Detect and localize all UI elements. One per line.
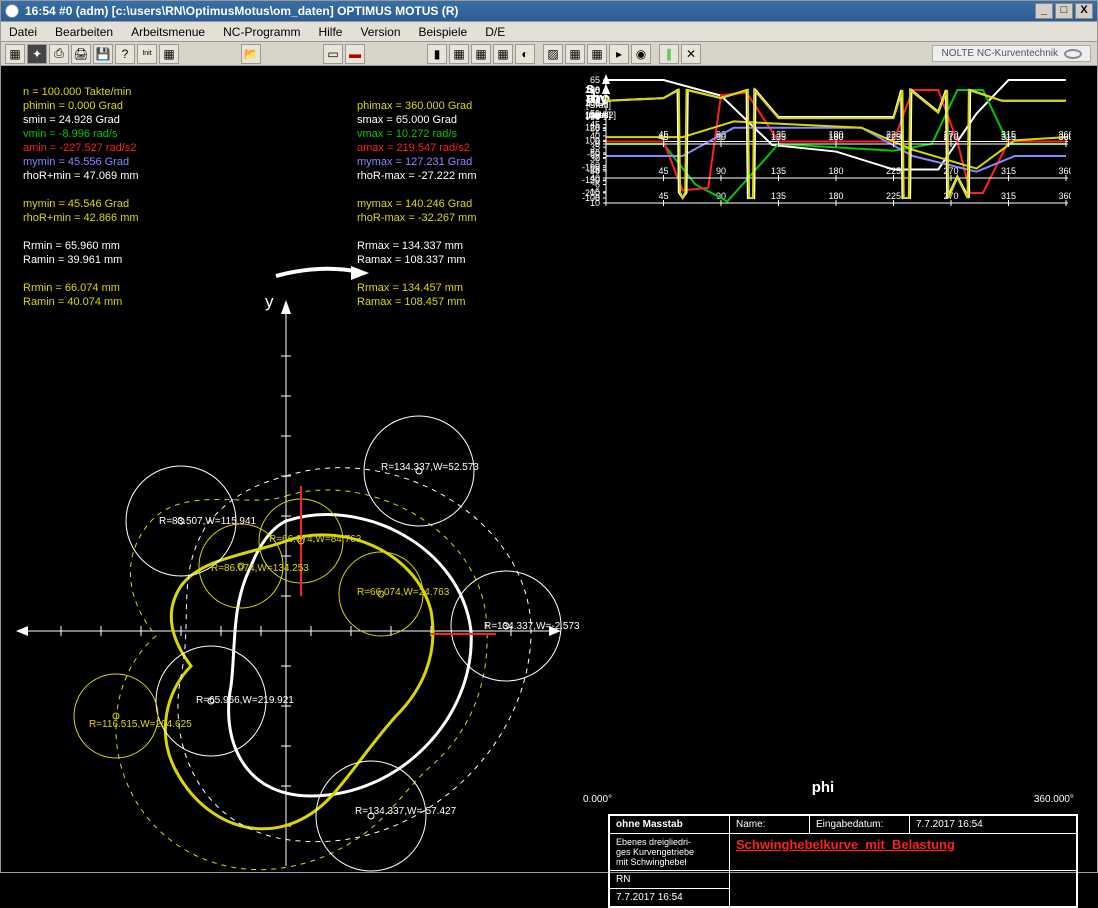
toolbar: ▦ ✦ ⎙ 🖨 💾 ? Init ▦ 📂 ▭ ▬ ▮ ▦ ▦ ▦ ◐ ▨ ▦ ▦… xyxy=(0,42,1098,66)
menu-item[interactable]: Arbeitsmenue xyxy=(131,25,205,39)
param-line: vmax = 10.272 rad/s xyxy=(357,128,457,140)
cam-radius-label: R=66.074,W=84.763 xyxy=(269,534,361,545)
phi-range: 0.000° phi 360.000° xyxy=(581,794,1076,813)
tool-icon[interactable]: ▨ xyxy=(543,44,563,64)
svg-text:135: 135 xyxy=(771,132,786,142)
menu-item[interactable]: Hilfe xyxy=(318,25,342,39)
title-bar: 16:54 #0 (adm) [c:\users\RN\OptimusMotus… xyxy=(0,0,1098,22)
param-line: smin = 24.928 Grad xyxy=(23,114,120,126)
svg-text:-100: -100 xyxy=(582,193,600,203)
svg-text:50: 50 xyxy=(590,112,600,122)
tool-icon[interactable]: 🖨 xyxy=(71,44,91,64)
param-line: Ramax = 108.337 mm xyxy=(357,254,466,266)
param-line: mymin = 45.546 Grad xyxy=(23,198,129,210)
brand-oval-icon xyxy=(1064,49,1082,59)
tool-icon[interactable]: ⎙ xyxy=(49,44,69,64)
app-icon xyxy=(5,4,19,18)
cam-radius-label: R=65.966,W=219.921 xyxy=(196,695,294,706)
tool-icon[interactable]: ? xyxy=(115,44,135,64)
param-line: n = 100.000 Takte/min xyxy=(23,86,131,98)
param-line: Rrmax = 134.457 mm xyxy=(357,282,463,294)
cam-radius-label: R=86.074,W=134.253 xyxy=(211,563,309,574)
tool-icon[interactable]: ✦ xyxy=(27,44,47,64)
cam-radius-label: R=134.337,W=52.573 xyxy=(381,462,479,473)
param-line: amin = -227.527 rad/s2 xyxy=(23,142,136,154)
main-canvas: n = 100.000 Takte/min phimin = 0.000 Grad… xyxy=(0,66,1098,873)
tool-icon[interactable]: ▦ xyxy=(449,44,469,64)
tool-icon[interactable]: ∥ xyxy=(659,44,679,64)
menu-bar: Datei Bearbeiten Arbeitsmenue NC-Program… xyxy=(0,22,1098,42)
param-line: phimax = 360.000 Grad xyxy=(357,100,472,112)
param-line: mymax = 140.246 Grad xyxy=(357,198,472,210)
tool-icon[interactable]: ◐ xyxy=(515,44,535,64)
svg-text:100: 100 xyxy=(585,85,600,95)
tool-icon[interactable]: Init xyxy=(137,44,157,64)
tool-icon[interactable]: 💾 xyxy=(93,44,113,64)
tool-icon[interactable]: ▦ xyxy=(493,44,513,64)
menu-item[interactable]: D/E xyxy=(485,25,505,39)
menu-item[interactable]: Datei xyxy=(9,25,37,39)
tool-icon[interactable]: ▮ xyxy=(427,44,447,64)
window-title: 16:54 #0 (adm) [c:\users\RN\OptimusMotus… xyxy=(25,4,458,18)
param-line: Rrmin = 65.960 mm xyxy=(23,240,120,252)
cam-radius-label: R=134.337,W=-2.573 xyxy=(484,621,580,632)
tool-icon[interactable]: ▦ xyxy=(565,44,585,64)
menu-item[interactable]: Version xyxy=(360,25,400,39)
param-line: Ramin = 39.961 mm xyxy=(23,254,122,266)
param-line: rhoR+min = 47.069 mm xyxy=(23,170,139,182)
tool-icon[interactable]: ▸ xyxy=(609,44,629,64)
svg-text:90: 90 xyxy=(716,132,726,142)
chart-rho: -100-500501004590135180225270315360 xyxy=(576,84,1071,204)
cam-radius-label: R=134.337,W=-57.427 xyxy=(355,806,456,817)
svg-text:315: 315 xyxy=(1001,132,1016,142)
svg-text:180: 180 xyxy=(828,132,843,142)
param-line: rhoR+min = 42.866 mm xyxy=(23,212,139,224)
cam-radius-label: R=83.507,W=115.941 xyxy=(159,516,256,527)
tool-icon[interactable]: ▦ xyxy=(5,44,25,64)
tool-icon[interactable]: ▦ xyxy=(471,44,491,64)
param-line: mymin = 45.556 Grad xyxy=(23,156,129,168)
tool-icon[interactable]: 📂 xyxy=(241,44,261,64)
param-line: Rrmax = 134.337 mm xyxy=(357,240,463,252)
tool-icon[interactable]: ▦ xyxy=(587,44,607,64)
tool-close-icon[interactable]: ✕ xyxy=(681,44,701,64)
close-button[interactable]: X xyxy=(1075,3,1093,19)
brand-label: NOLTE NC-Kurventechnik xyxy=(932,45,1091,62)
param-line: mymax = 127.231 Grad xyxy=(357,156,472,168)
tool-icon[interactable]: ▦ xyxy=(159,44,179,64)
menu-item[interactable]: Beispiele xyxy=(419,25,468,39)
maximize-button[interactable]: □ xyxy=(1055,3,1073,19)
param-line: Rrmin = 66.074 mm xyxy=(23,282,120,294)
info-box: ohne Masstab Name: Eingabedatum: 7.7.201… xyxy=(608,814,1078,908)
tool-icon[interactable]: ▬ xyxy=(345,44,365,64)
param-line: vmin = -8.996 rad/s xyxy=(23,128,117,140)
direction-arrow-icon xyxy=(271,260,371,282)
svg-text:225: 225 xyxy=(886,132,901,142)
svg-text:360: 360 xyxy=(1058,132,1071,142)
svg-text:0: 0 xyxy=(595,139,600,149)
cam-radius-label: R=116.515,W=204.625 xyxy=(89,719,192,730)
param-line: phimin = 0.000 Grad xyxy=(23,100,123,112)
cam-radius-label: R=66.074,W=24.763 xyxy=(357,587,449,598)
svg-text:-50: -50 xyxy=(587,166,600,176)
param-line: smax = 65.000 Grad xyxy=(357,114,457,126)
menu-item[interactable]: NC-Programm xyxy=(223,25,300,39)
cam-plot xyxy=(1,296,576,872)
menu-item[interactable]: Bearbeiten xyxy=(55,25,113,39)
param-line: rhoR-max = -32.267 mm xyxy=(357,212,477,224)
minimize-button[interactable]: _ xyxy=(1035,3,1053,19)
tool-icon[interactable]: ▭ xyxy=(323,44,343,64)
svg-text:45: 45 xyxy=(658,132,668,142)
tool-icon[interactable]: ◉ xyxy=(631,44,651,64)
param-line: rhoR-max = -27.222 mm xyxy=(357,170,477,182)
param-line: amax = 219.547 rad/s2 xyxy=(357,142,470,154)
